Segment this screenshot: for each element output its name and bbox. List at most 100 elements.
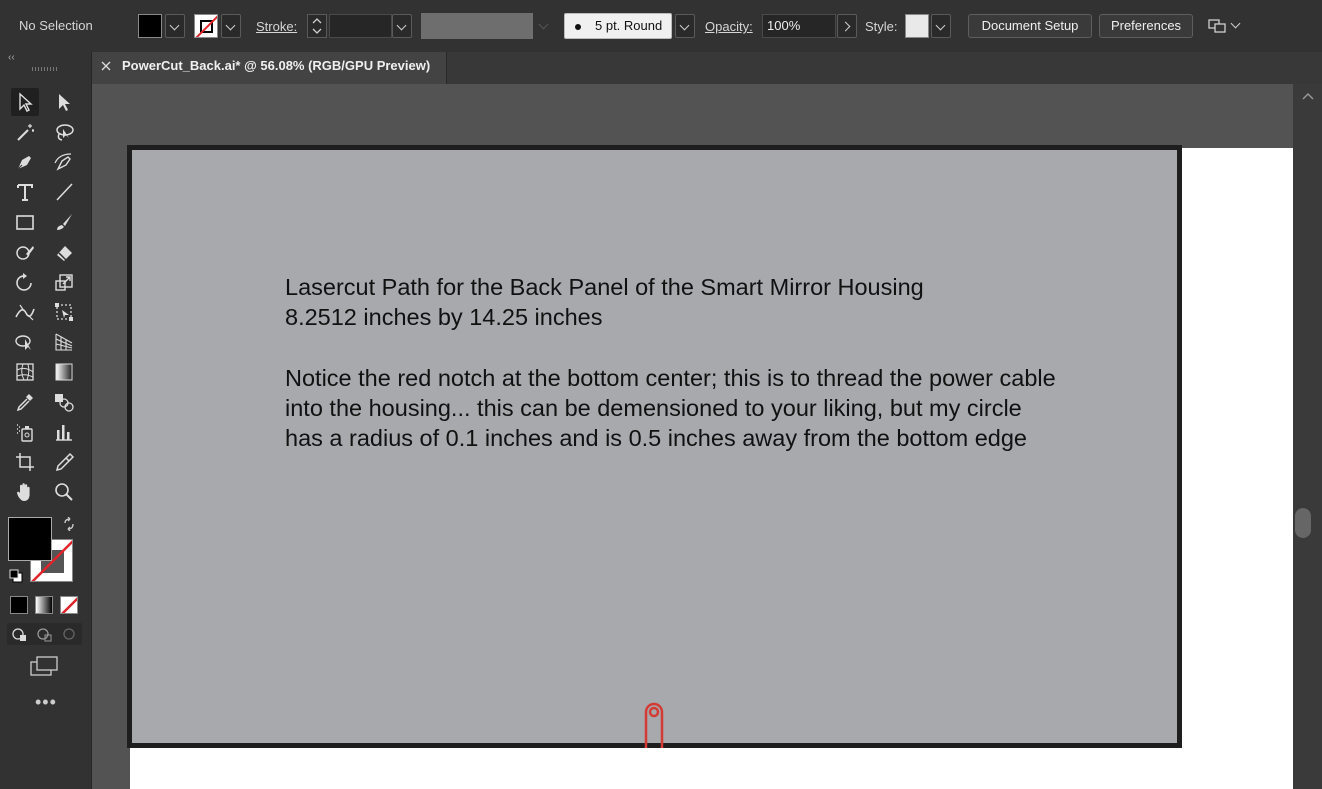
scroll-up-icon[interactable] [1302,91,1314,101]
artboard-note-line-2: into the housing... this can be demensio… [285,395,1022,421]
type-tool[interactable] [11,178,39,206]
fill-dropdown-button[interactable] [165,14,185,38]
stroke-swatch[interactable] [194,14,218,38]
document-tab[interactable]: PowerCut_Back.ai* @ 56.08% (RGB/GPU Prev… [92,52,447,84]
rotate-tool[interactable] [11,268,39,296]
selection-status: No Selection [19,18,93,33]
line-segment-tool[interactable] [50,178,78,206]
stroke-weight-stepper[interactable] [307,14,327,38]
close-icon[interactable] [100,60,112,72]
stroke-weight-dropdown[interactable] [392,14,412,38]
opacity-input[interactable]: 100% [762,14,836,38]
curvature-tool[interactable] [50,148,78,176]
gradient-mode-button[interactable] [35,596,53,614]
edit-toolbar-icon[interactable]: ••• [35,692,57,713]
canvas[interactable]: Lasercut Path for the Back Panel of the … [92,84,1293,789]
type-tool-icon [17,184,33,201]
width-tool[interactable] [11,298,39,326]
zoom-tool[interactable] [50,478,78,506]
artboard-dimensions-text: 8.2512 inches by 14.25 inches [285,304,603,330]
symbol-sprayer-tool[interactable] [11,418,39,446]
perspective-grid-tool[interactable] [50,328,78,356]
mesh-tool[interactable] [11,358,39,386]
preferences-button[interactable]: Preferences [1099,14,1193,38]
default-fill-stroke-icon[interactable] [9,569,23,583]
artboard-tool[interactable] [11,448,39,476]
gradient-tool[interactable] [50,358,78,386]
style-label: Style: [865,19,898,34]
style-dropdown-button[interactable] [931,14,951,38]
slice-tool[interactable] [50,448,78,476]
blend-tool[interactable] [50,388,78,416]
stroke-label[interactable]: Stroke: [256,19,297,35]
rectangle-tool[interactable] [11,208,39,236]
slice-tool-icon [55,452,75,472]
power-cable-notch[interactable] [642,700,666,748]
column-graph-tool-icon [56,425,72,441]
magic-wand-tool-icon [17,124,34,141]
change-screen-mode-icon[interactable] [29,655,59,677]
variable-width-profile[interactable] [421,13,533,39]
vertical-scrollbar[interactable] [1293,84,1322,789]
variable-width-dropdown [535,14,555,38]
arrange-documents-icon [1208,19,1226,33]
lasso-tool-icon [56,124,74,141]
direct-selection-tool-icon [59,94,70,111]
chevron-down-icon [169,20,180,31]
opacity-label[interactable]: Opacity: [705,19,753,35]
symbol-sprayer-tool-icon [17,424,33,442]
pen-tool[interactable] [11,148,39,176]
chevron-down-icon [679,20,690,31]
scroll-thumb[interactable] [1295,508,1311,538]
draw-normal-icon[interactable] [9,624,31,644]
eraser-tool[interactable] [50,238,78,266]
direct-selection-tool[interactable] [50,88,78,116]
arrange-documents-button[interactable] [1205,14,1245,38]
draw-inside-icon[interactable] [59,624,81,644]
eraser-tool-icon [57,246,72,261]
fill-swatch[interactable] [138,14,162,38]
drawing-modes-group [7,623,82,645]
brush-dropdown-button[interactable] [675,14,695,38]
brush-definition-select[interactable]: 5 pt. Round [564,13,672,39]
shaper-tool[interactable] [11,238,39,266]
selection-tool[interactable] [11,88,39,116]
zoom-tool-icon [55,483,73,501]
hand-tool[interactable] [11,478,39,506]
none-mode-button[interactable] [60,596,78,614]
lasso-tool[interactable] [50,118,78,146]
shape-builder-tool[interactable] [11,328,39,356]
graphic-style-swatch[interactable] [905,14,929,38]
line-segment-tool-icon [56,183,73,201]
eyedropper-tool[interactable] [11,388,39,416]
shape-builder-tool-icon [15,335,31,350]
document-setup-button[interactable]: Document Setup [968,14,1092,38]
chevron-right-icon [840,21,851,32]
swap-fill-stroke-icon[interactable] [62,517,76,531]
back-panel-artwork[interactable]: Lasercut Path for the Back Panel of the … [127,145,1182,748]
pen-tool-icon [16,156,31,171]
rotate-tool-icon [16,273,32,291]
scale-tool[interactable] [50,268,78,296]
rectangle-tool-icon [16,215,34,230]
color-mode-button[interactable] [10,596,28,614]
draw-behind-icon[interactable] [34,624,56,644]
width-tool-icon [15,304,35,321]
control-bar: No Selection Stroke: 5 pt. Round Opacity… [0,0,1322,53]
stroke-dropdown-button[interactable] [221,14,241,38]
artboard-title-text: Lasercut Path for the Back Panel of the … [285,274,924,300]
magic-wand-tool[interactable] [11,118,39,146]
free-transform-tool-icon [55,303,73,321]
column-graph-tool[interactable] [50,418,78,446]
brush-definition-value: 5 pt. Round [595,18,663,33]
panel-grip[interactable] [32,67,58,71]
paintbrush-tool[interactable] [50,208,78,236]
none-icon [61,597,77,613]
chevron-down-icon [1230,18,1241,29]
fill-color-box[interactable] [8,517,52,561]
free-transform-tool[interactable] [50,298,78,326]
document-tab-bar: PowerCut_Back.ai* @ 56.08% (RGB/GPU Prev… [92,52,1322,84]
opacity-expand-button[interactable] [837,14,857,38]
stroke-weight-input[interactable] [329,14,392,38]
collapse-panel-icon[interactable]: ‹‹ [8,52,15,63]
